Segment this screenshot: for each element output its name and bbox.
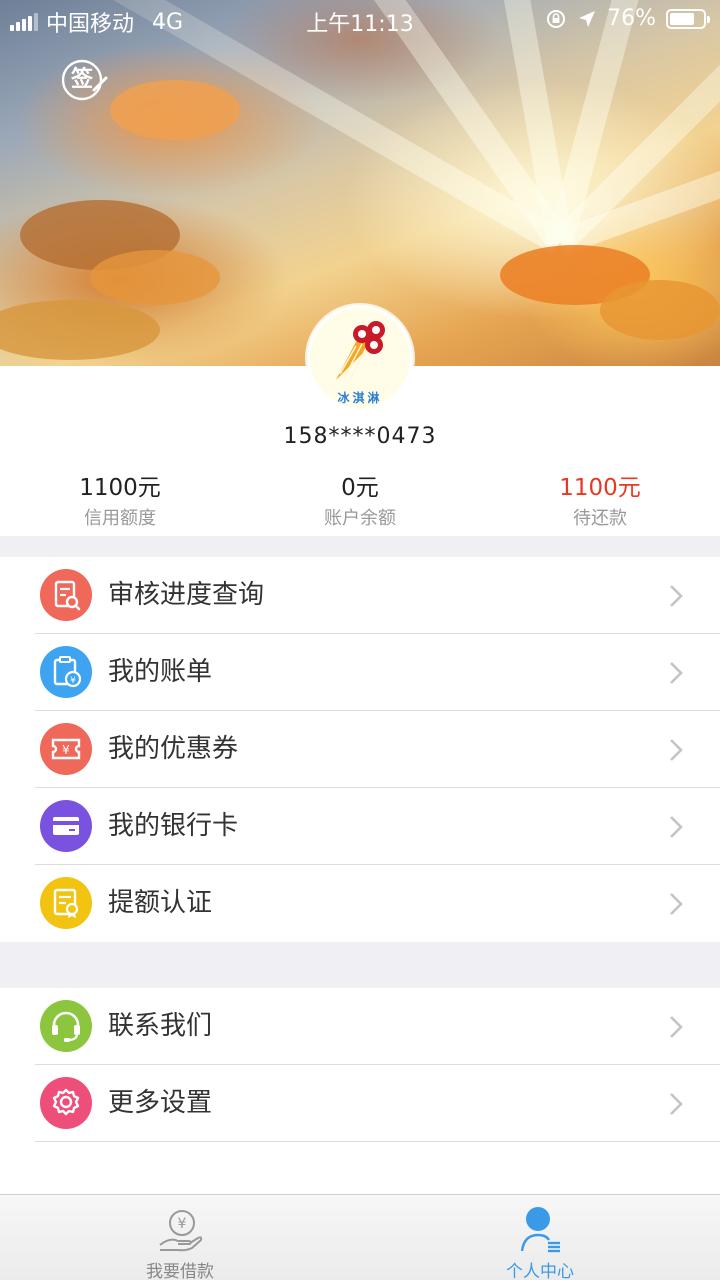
divider [35,1141,720,1142]
headset-icon [40,1000,92,1052]
location-arrow-icon [579,10,596,27]
menu-item-review-progress[interactable]: 审核进度查询 [0,557,720,634]
account-balance-value: 0元 [341,475,379,501]
avatar-image: 冰淇淋 [310,308,410,408]
chevron-right-icon [670,585,683,607]
account-balance-label: 账户余额 [324,508,396,529]
sign-in-button[interactable]: 签 [60,58,108,102]
menu-item-my-coupons[interactable]: ¥ 我的优惠券 [0,711,720,788]
account-balance-stat[interactable]: 0元 账户余额 [240,468,480,530]
svg-text:¥: ¥ [178,1216,187,1232]
main-menu: 审核进度查询 ¥ 我的账单 ¥ 我的优惠券 我的银行卡 提额认证 [0,557,720,942]
menu-item-label: 我的账单 [108,657,213,687]
bill-icon: ¥ [40,646,92,698]
chevron-right-icon [670,1016,683,1038]
avatar[interactable]: 冰淇淋 [307,305,413,411]
coupon-icon: ¥ [40,723,92,775]
chevron-right-icon [670,662,683,684]
loan-hand-icon: ¥ [159,1210,203,1252]
credit-limit-value: 1100元 [79,475,161,501]
battery-icon [666,8,710,29]
credit-limit-stat[interactable]: 1100元 信用额度 [0,468,240,530]
chevron-right-icon [670,1093,683,1115]
review-progress-icon [40,569,92,621]
secondary-menu: 联系我们 更多设置 [0,988,720,1194]
status-right: 76% [545,6,710,31]
tab-label: 个人中心 [506,1262,574,1280]
settings-gear-icon [40,1077,92,1129]
battery-percent: 76% [607,6,656,31]
menu-bottom-spacer [0,1142,720,1194]
pending-repayment-label: 待还款 [573,508,627,529]
menu-item-label: 提额认证 [108,888,213,918]
tab-loan[interactable]: ¥ 我要借款 [0,1195,360,1280]
menu-item-label: 更多设置 [108,1088,213,1118]
tab-personal-center[interactable]: 个人中心 [360,1195,720,1280]
svg-text:¥: ¥ [62,743,70,757]
menu-item-label: 我的银行卡 [108,811,239,841]
menu-item-credit-certification[interactable]: 提额认证 [0,865,720,942]
tab-bar: ¥ 我要借款 个人中心 [0,1194,720,1280]
menu-item-my-bill[interactable]: ¥ 我的账单 [0,634,720,711]
menu-item-label: 联系我们 [108,1011,213,1041]
menu-item-label: 我的优惠券 [108,734,239,764]
menu-item-more-settings[interactable]: 更多设置 [0,1065,720,1142]
status-bar: 中国移动 4G 上午11:13 76% [0,0,720,38]
pending-repayment-stat[interactable]: 1100元 待还款 [480,468,720,530]
chevron-right-icon [670,739,683,761]
user-phone: 158****0473 [283,424,437,449]
avatar-logo-text: 冰淇淋 [337,391,383,405]
credit-certification-icon [40,877,92,929]
chevron-right-icon [670,816,683,838]
tab-label: 我要借款 [146,1262,214,1280]
pending-repayment-value: 1100元 [559,475,641,501]
menu-item-label: 审核进度查询 [108,580,265,610]
credit-limit-label: 信用额度 [84,508,156,529]
menu-item-bank-card[interactable]: 我的银行卡 [0,788,720,865]
chevron-right-icon [670,893,683,915]
svg-text:¥: ¥ [70,676,76,686]
menu-item-contact-us[interactable]: 联系我们 [0,988,720,1065]
rotation-lock-icon [547,9,566,28]
bank-card-icon [40,800,92,852]
sign-in-label: 签 [70,67,93,92]
person-center-icon [520,1207,560,1253]
